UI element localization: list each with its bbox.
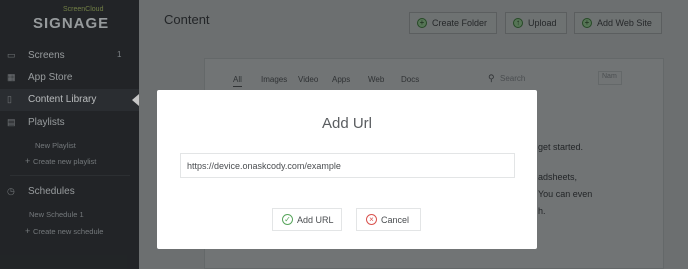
add-url-button[interactable]: ✓ Add URL <box>272 208 342 231</box>
cancel-label: Cancel <box>381 215 410 225</box>
add-url-label: Add URL <box>297 215 334 225</box>
url-input[interactable] <box>180 153 515 178</box>
close-circle-icon: × <box>366 214 377 225</box>
cancel-button[interactable]: × Cancel <box>356 208 421 231</box>
check-circle-icon: ✓ <box>282 214 293 225</box>
modal-title: Add Url <box>321 115 373 132</box>
add-url-modal: Add Url ✓ Add URL × Cancel <box>157 90 537 249</box>
